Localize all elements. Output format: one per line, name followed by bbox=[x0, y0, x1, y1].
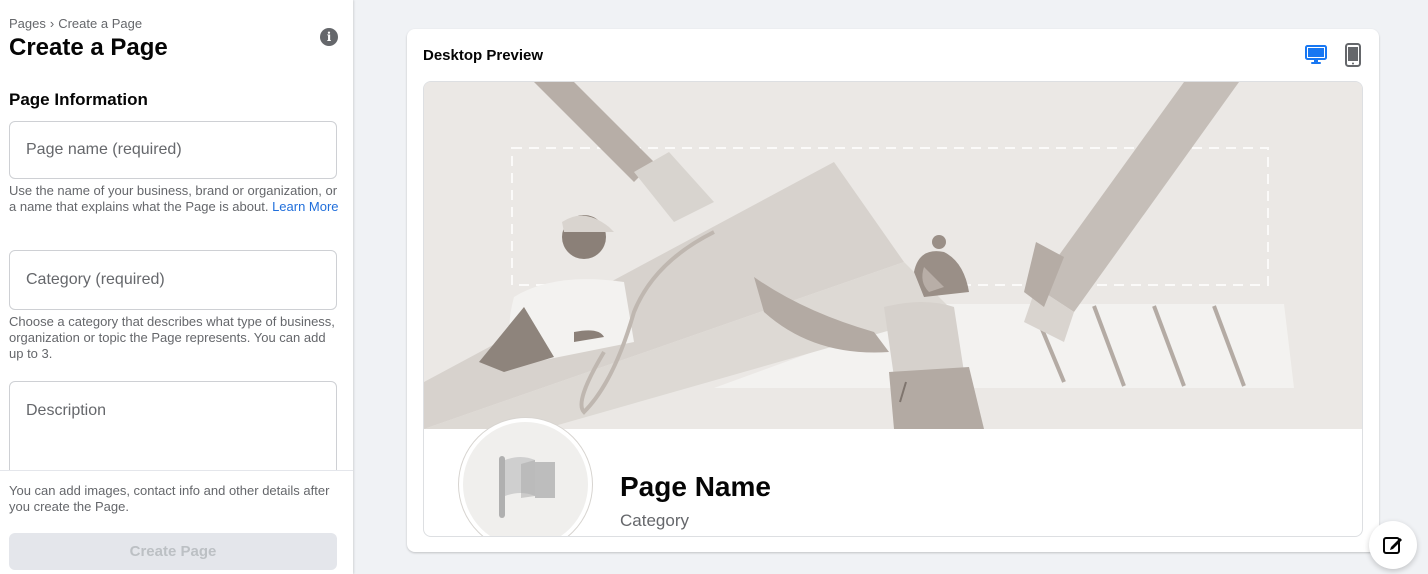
category-field[interactable] bbox=[9, 250, 337, 310]
profile-picture bbox=[459, 418, 592, 536]
page-name-help: Use the name of your business, brand or … bbox=[9, 183, 341, 215]
preview-title: Desktop Preview bbox=[423, 47, 544, 64]
breadcrumb: Pages › Create a Page bbox=[9, 16, 142, 31]
preview-category: Category bbox=[620, 511, 689, 530]
compose-icon bbox=[1383, 537, 1402, 554]
create-page-sidebar: Pages › Create a Page Create a Page i Page… bbox=[0, 0, 353, 574]
preview-page-name: Page Name bbox=[620, 471, 771, 502]
page-name-input[interactable] bbox=[10, 122, 336, 178]
cover-illustration bbox=[424, 82, 1362, 429]
preview-frame: Page Name Category bbox=[423, 81, 1363, 537]
learn-more-link[interactable]: Learn More bbox=[272, 199, 338, 214]
page-title: Create a Page bbox=[9, 34, 168, 61]
bottom-bar: You can add images, contact info and oth… bbox=[0, 470, 353, 574]
desktop-icon[interactable] bbox=[1304, 43, 1330, 67]
bottom-note: You can add images, contact info and oth… bbox=[9, 483, 330, 514]
breadcrumb-current: Create a Page bbox=[58, 16, 143, 31]
mobile-icon[interactable] bbox=[1340, 43, 1366, 67]
page-name-field[interactable] bbox=[9, 121, 337, 179]
breadcrumb-pages-link[interactable]: Pages bbox=[9, 16, 46, 31]
flag-icon bbox=[499, 456, 555, 518]
preview-card: Desktop Preview Page Name Category bbox=[407, 29, 1379, 552]
compose-button[interactable] bbox=[1369, 521, 1417, 569]
info-icon[interactable]: i bbox=[320, 28, 338, 46]
breadcrumb-separator: › bbox=[49, 16, 55, 31]
category-input[interactable] bbox=[10, 251, 336, 309]
section-title: Page Information bbox=[9, 90, 148, 109]
category-help: Choose a category that describes what ty… bbox=[9, 314, 335, 361]
create-page-button[interactable]: Create Page bbox=[9, 533, 337, 570]
